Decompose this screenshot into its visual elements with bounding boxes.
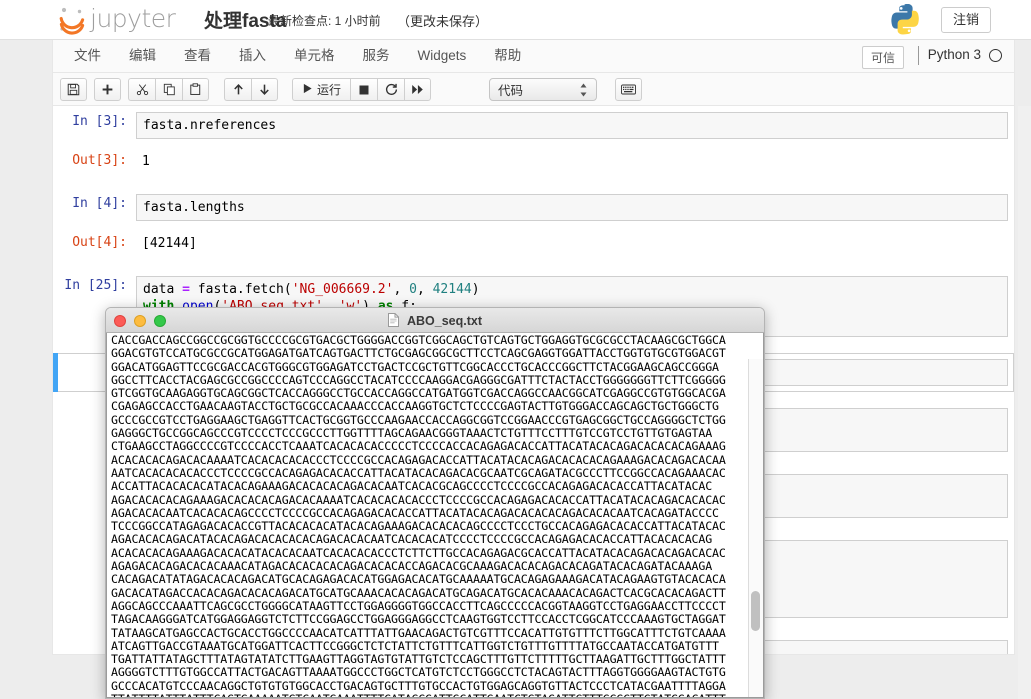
checkpoint-status: 最新检查点: 1 小时前	[268, 14, 381, 28]
file-content-textarea[interactable]: CACCGACCAGCCGGCCGCGGTGCCCCGCGTGACGCTGGGG…	[106, 333, 764, 698]
scissors-icon[interactable]	[128, 78, 155, 101]
run-label: 运行	[316, 83, 341, 97]
menu-help[interactable]: 帮助	[480, 40, 535, 72]
menu-insert[interactable]: 插入	[225, 40, 280, 72]
window-title-text: ABO_seq.txt	[406, 313, 483, 328]
arrow-down-icon[interactable]	[251, 78, 278, 101]
toolbar-group-run: 运行	[292, 78, 431, 101]
editor-scrollbar-track[interactable]	[748, 359, 763, 697]
toolbar-group-clipboard	[128, 78, 209, 101]
menu-edit[interactable]: 编辑	[115, 40, 170, 72]
fast-forward-icon[interactable]	[404, 78, 431, 101]
unsaved-changes-indicator: （更改未保存）	[397, 14, 489, 29]
output-prompt: Out[4]:	[72, 235, 127, 250]
jupyter-logo-icon[interactable]	[57, 5, 87, 35]
menubar: 文件 编辑 查看 插入 单元格 服务 Widgets 帮助 可信 Python …	[52, 40, 1015, 73]
paste-icon[interactable]	[182, 78, 209, 101]
menu-view[interactable]: 查看	[170, 40, 225, 72]
code-editor[interactable]: fasta.nreferences	[136, 112, 1008, 139]
menubar-region: 文件 编辑 查看 插入 单元格 服务 Widgets 帮助 可信 Python …	[0, 40, 1031, 73]
toolbar-group-move	[224, 78, 278, 101]
text-editor-window[interactable]: ABO_seq.txt CACCGACCAGCCGGCCGCGGTGCCCCGC…	[105, 307, 765, 699]
brand-text[interactable]: jupyter	[90, 4, 176, 33]
toolbar-group-save	[60, 78, 87, 101]
jupyter-header: jupyter 处理fasta 最新检查点: 1 小时前 （更改未保存） 注销	[0, 0, 1031, 40]
code-editor[interactable]: fasta.lengths	[136, 194, 1008, 221]
kernel-name-label[interactable]: Python 3	[928, 47, 981, 62]
up-down-arrows-icon	[579, 82, 588, 98]
window-title-wrap: ABO_seq.txt	[106, 312, 764, 328]
cell-prompt: In [3]:	[72, 114, 127, 129]
output-text: [42144]	[142, 236, 197, 251]
cell-input-3[interactable]: In [3]: fasta.nreferences	[53, 106, 1014, 145]
arrow-up-icon[interactable]	[224, 78, 251, 101]
menu-cell[interactable]: 单元格	[280, 40, 349, 72]
kernel-idle-circle-icon	[989, 49, 1002, 62]
document-icon	[387, 312, 399, 327]
editor-scrollbar-thumb[interactable]	[751, 591, 760, 631]
menu-kernel[interactable]: 服务	[349, 40, 404, 72]
toolbar: 运行 代码	[52, 73, 1015, 106]
screen: jupyter 处理fasta 最新检查点: 1 小时前 （更改未保存） 注销 …	[0, 0, 1031, 699]
cell-output-3: Out[3]: 1	[53, 145, 1014, 178]
cell-prompt: In [25]:	[64, 278, 127, 293]
plus-icon[interactable]	[94, 78, 121, 101]
python-logo-icon	[890, 3, 920, 35]
sequence-text[interactable]: CACCGACCAGCCGGCCGCGGTGCCCCGCGTGACGCTGGGG…	[107, 333, 763, 697]
cell-type-select[interactable]: 代码	[489, 78, 597, 101]
play-triangle-icon	[302, 83, 313, 97]
cell-output-4: Out[4]: [42144]	[53, 227, 1014, 260]
cell-input-4[interactable]: In [4]: fasta.lengths	[53, 188, 1014, 227]
restart-circle-arrow-icon[interactable]	[377, 78, 404, 101]
save-floppy-icon[interactable]	[60, 78, 87, 101]
menu-file[interactable]: 文件	[60, 40, 115, 72]
page-scrollbar-track[interactable]	[1018, 106, 1031, 699]
keyboard-icon[interactable]	[615, 78, 642, 101]
menu-widgets[interactable]: Widgets	[404, 40, 481, 72]
toolbar-group-add	[94, 78, 121, 101]
cell-type-value: 代码	[498, 84, 524, 98]
copy-icon[interactable]	[155, 78, 182, 101]
output-prompt: Out[3]:	[72, 153, 127, 168]
run-cell-button[interactable]: 运行	[292, 78, 350, 101]
output-text: 1	[142, 154, 150, 169]
stop-square-icon[interactable]	[350, 78, 377, 101]
trusted-badge-button[interactable]: 可信	[861, 46, 904, 69]
menu-items: 文件 编辑 查看 插入 单元格 服务 Widgets 帮助	[60, 40, 535, 72]
logout-button[interactable]: 注销	[941, 7, 992, 33]
divider	[918, 46, 919, 65]
window-titlebar[interactable]: ABO_seq.txt	[106, 308, 764, 333]
cell-prompt: In [4]:	[72, 196, 127, 211]
